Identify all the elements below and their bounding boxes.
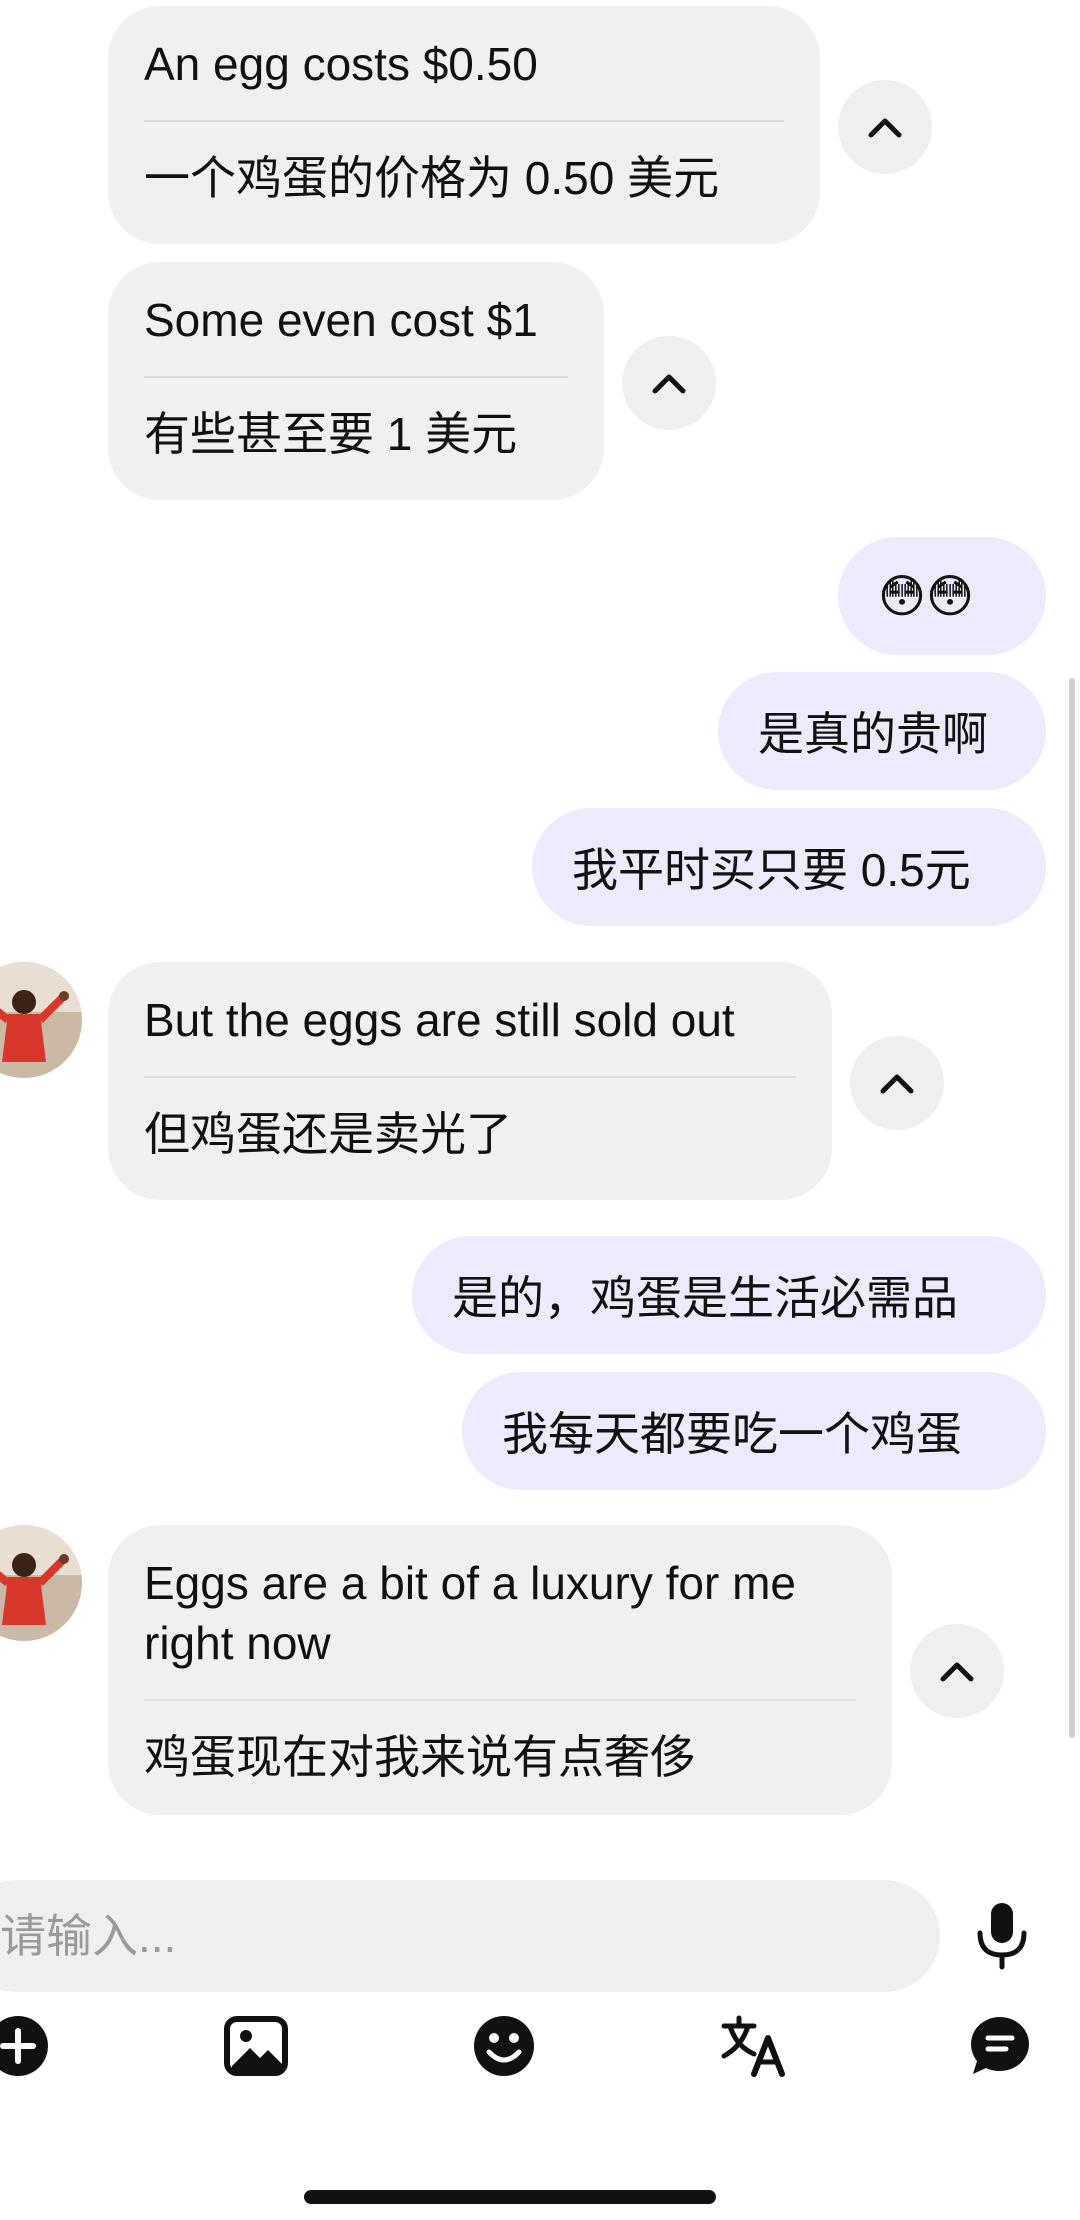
message-input[interactable]: [0, 1908, 940, 1964]
message-original-text: Eggs are a bit of a luxury for me right …: [144, 1557, 796, 1669]
outgoing-message: 是真的贵啊: [718, 672, 1046, 790]
message-original-text: An egg costs $0.50: [144, 38, 538, 90]
translation-divider: [144, 1699, 856, 1701]
microphone-button[interactable]: [964, 1898, 1040, 1974]
chevron-up-icon: [652, 374, 686, 394]
collapse-translation-button[interactable]: [838, 80, 932, 174]
message-text: 是真的贵啊: [758, 708, 988, 760]
avatar-image: [0, 962, 82, 1078]
collapse-translation-button[interactable]: [850, 1036, 944, 1130]
message-translation-text: 鸡蛋现在对我来说有点奢侈: [144, 1731, 696, 1783]
message-original-text: But the eggs are still sold out: [144, 994, 735, 1046]
emoji-button[interactable]: [466, 2008, 542, 2084]
message-text: 是的，鸡蛋是生活必需品: [452, 1272, 958, 1324]
translate-button[interactable]: [716, 2008, 792, 2084]
chat-button[interactable]: [962, 2008, 1038, 2084]
outgoing-message: 我每天都要吃一个鸡蛋: [462, 1372, 1046, 1490]
translation-divider: [144, 120, 784, 122]
avatar[interactable]: [0, 1525, 82, 1641]
microphone-icon: [977, 1903, 1027, 1970]
translate-icon: [721, 2015, 785, 2077]
chat-scrollbar[interactable]: [1069, 678, 1075, 1738]
incoming-message: An egg costs $0.50 一个鸡蛋的价格为 0.50 美元: [108, 6, 820, 244]
add-button[interactable]: [0, 2008, 56, 2084]
translation-divider: [144, 376, 568, 378]
message-translation-text: 一个鸡蛋的价格为 0.50 美元: [144, 152, 720, 204]
outgoing-message: 😳😳: [838, 537, 1046, 655]
chevron-up-icon: [940, 1662, 974, 1682]
outgoing-message: 我平时买只要 0.5元: [532, 808, 1046, 926]
message-translation-text: 但鸡蛋还是卖光了: [144, 1108, 512, 1160]
incoming-message: Some even cost $1 有些甚至要 1 美元: [108, 262, 604, 500]
collapse-translation-button[interactable]: [910, 1624, 1004, 1718]
incoming-message: But the eggs are still sold out 但鸡蛋还是卖光了: [108, 962, 832, 1200]
message-translation-text: 有些甚至要 1 美元: [144, 408, 518, 460]
home-indicator[interactable]: [304, 2190, 716, 2204]
chat-bubble-icon: [971, 2017, 1029, 2074]
message-text: 😳😳: [878, 570, 974, 622]
message-text: 我每天都要吃一个鸡蛋: [502, 1408, 962, 1460]
avatar[interactable]: [0, 962, 82, 1078]
image-button[interactable]: [218, 2008, 294, 2084]
collapse-translation-button[interactable]: [622, 336, 716, 430]
image-icon: [224, 2016, 288, 2076]
chevron-up-icon: [880, 1074, 914, 1094]
message-input-container[interactable]: [0, 1880, 940, 1992]
plus-circle-icon: [0, 2016, 48, 2076]
avatar-image: [0, 1525, 82, 1641]
message-text: 我平时买只要 0.5元: [572, 844, 971, 896]
translation-divider: [144, 1076, 796, 1078]
chevron-up-icon: [868, 118, 902, 138]
outgoing-message: 是的，鸡蛋是生活必需品: [412, 1236, 1046, 1354]
message-original-text: Some even cost $1: [144, 294, 538, 346]
incoming-message: Eggs are a bit of a luxury for me right …: [108, 1525, 892, 1815]
emoji-icon: [474, 2016, 534, 2076]
